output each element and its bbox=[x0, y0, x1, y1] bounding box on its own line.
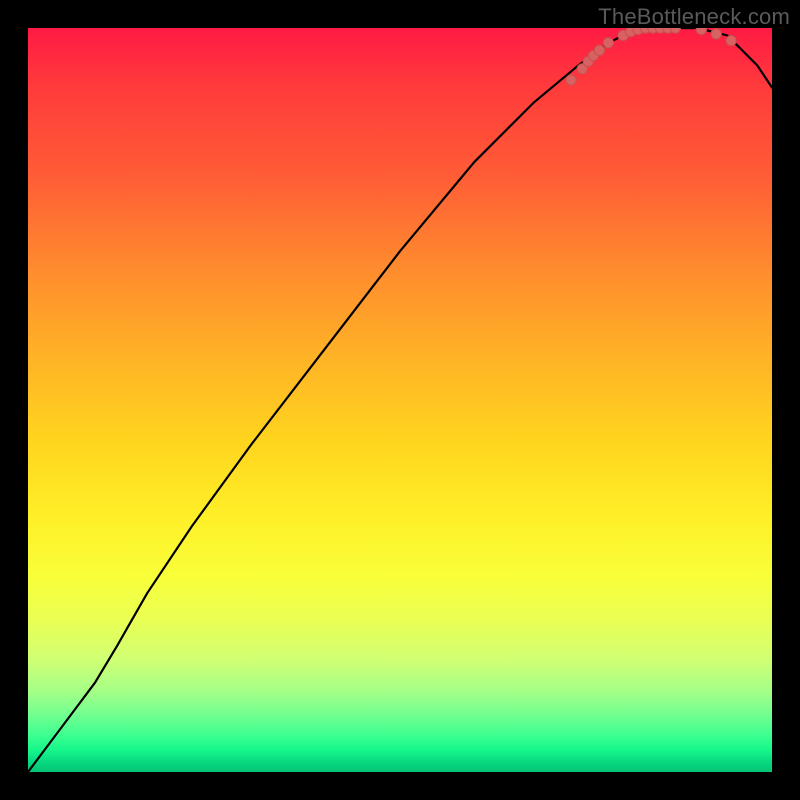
curve-marker bbox=[711, 29, 721, 39]
curve-marker bbox=[726, 35, 736, 45]
curve-markers bbox=[566, 28, 736, 85]
curve-marker bbox=[603, 38, 613, 48]
curve-marker bbox=[566, 75, 576, 85]
curve-marker bbox=[594, 45, 604, 55]
curve-marker bbox=[670, 28, 680, 33]
bottleneck-curve bbox=[28, 28, 772, 772]
plot-area bbox=[28, 28, 772, 772]
chart-frame: TheBottleneck.com bbox=[0, 0, 800, 800]
watermark-text: TheBottleneck.com bbox=[598, 4, 790, 30]
curve-marker bbox=[696, 28, 706, 35]
curve-layer bbox=[28, 28, 772, 772]
